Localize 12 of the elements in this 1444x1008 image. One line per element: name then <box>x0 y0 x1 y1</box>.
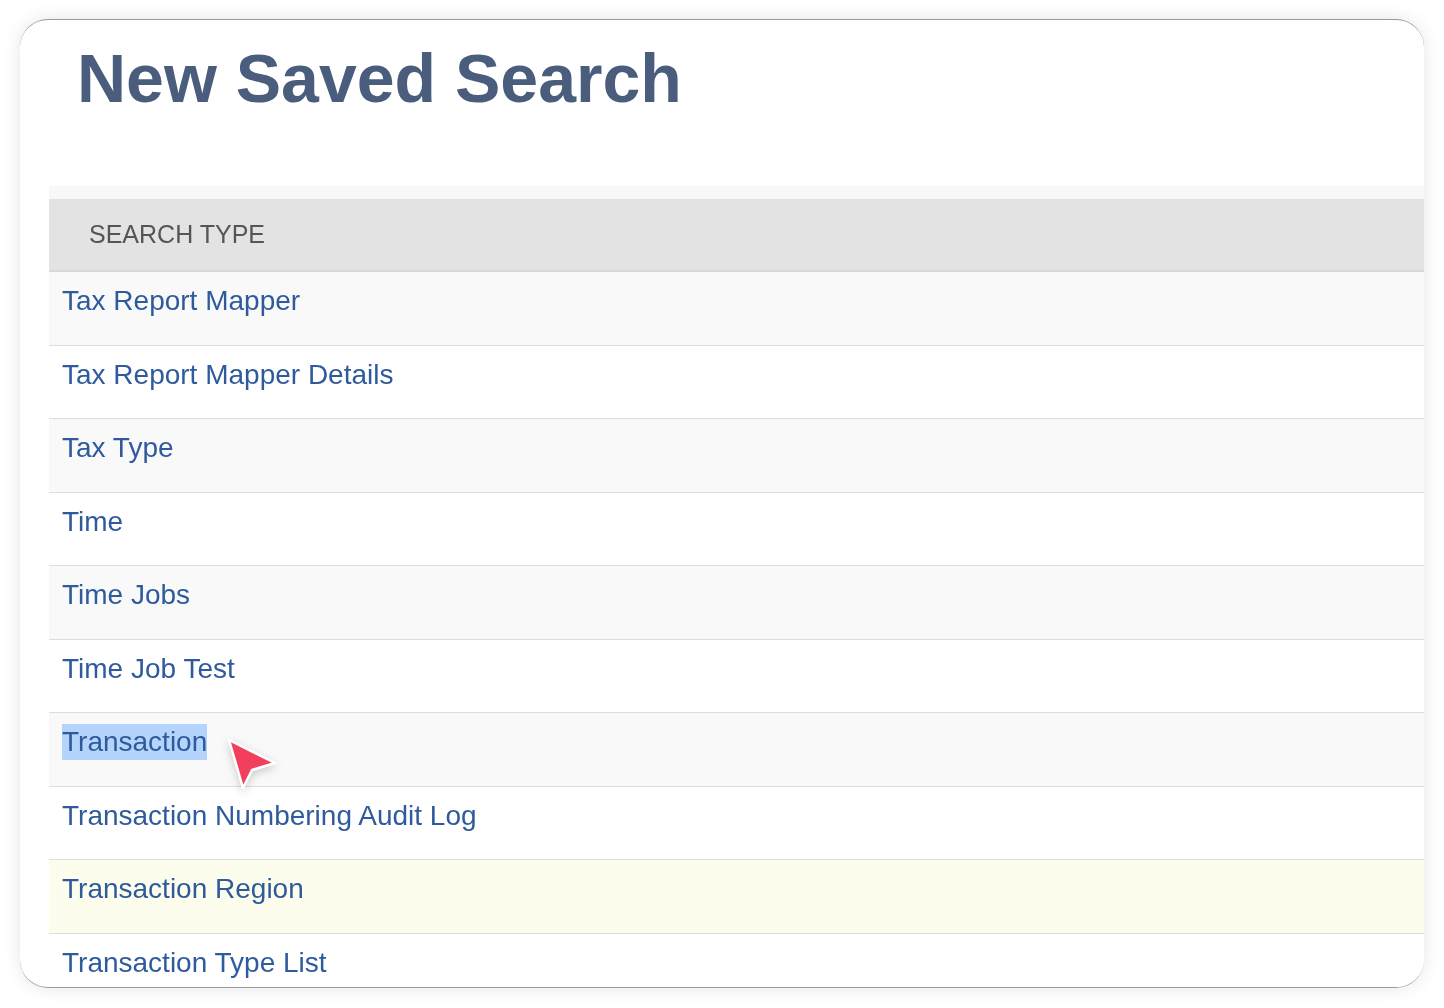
search-type-link[interactable]: Time <box>62 503 124 540</box>
search-type-link[interactable]: Transaction <box>62 724 208 760</box>
search-type-link[interactable]: Transaction Type List <box>62 944 327 981</box>
search-type-link[interactable]: Tax Type <box>62 430 174 466</box>
search-type-link[interactable]: Transaction Numbering Audit Log <box>62 797 477 834</box>
search-type-link[interactable]: Time Jobs <box>62 577 191 613</box>
search-type-link[interactable]: Time Job Test <box>62 650 235 687</box>
page-title: New Saved Search <box>77 39 682 118</box>
search-type-link[interactable]: Tax Report Mapper <box>62 283 301 319</box>
search-type-link[interactable]: Tax Report Mapper Details <box>62 356 394 393</box>
search-type-link[interactable]: Transaction Region <box>62 871 304 907</box>
column-header: SEARCH TYPE <box>89 218 265 250</box>
